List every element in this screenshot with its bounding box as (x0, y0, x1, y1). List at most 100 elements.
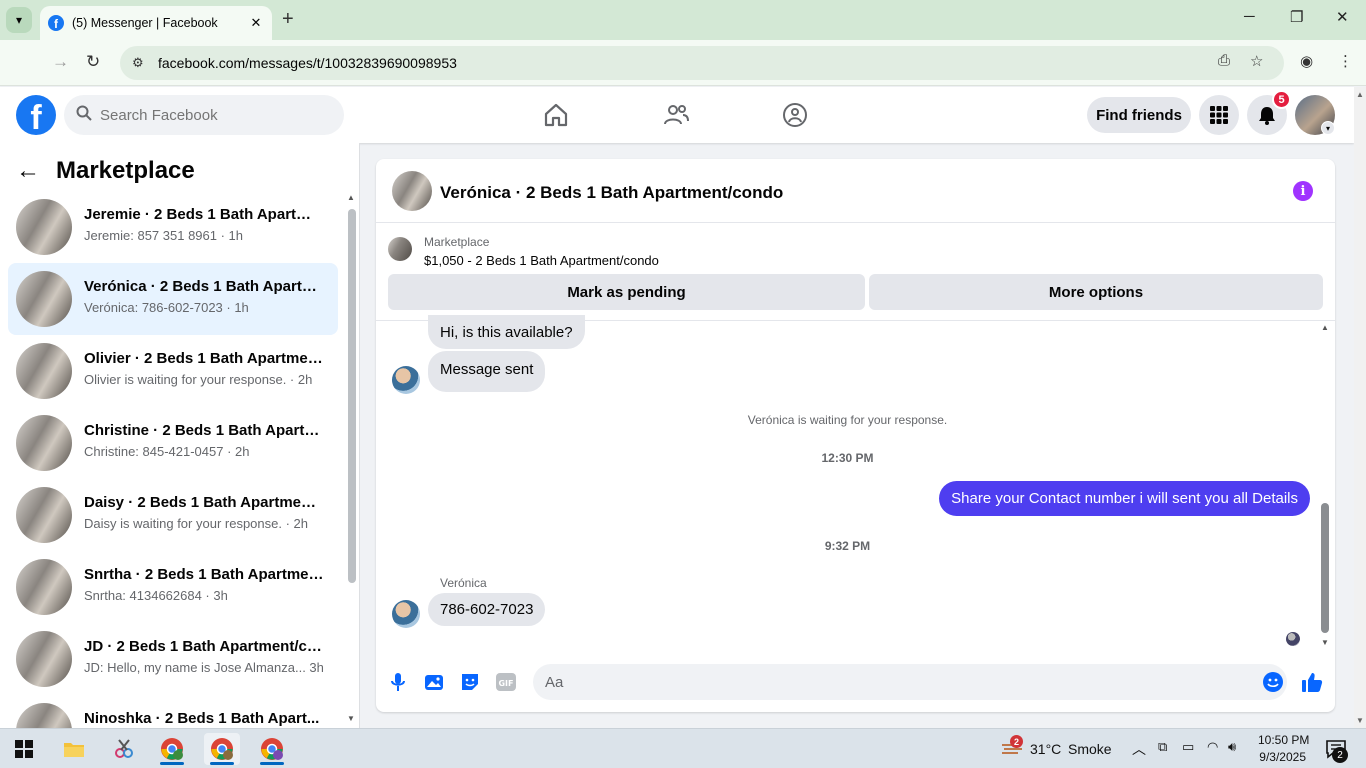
scroll-down-icon[interactable]: ▼ (347, 714, 355, 723)
snipping-tool-icon[interactable] (106, 733, 142, 765)
scroll-up-icon[interactable]: ▲ (1356, 90, 1364, 99)
gif-icon[interactable]: GIF (495, 671, 517, 693)
mark-as-pending-button[interactable]: Mark as pending (388, 274, 865, 310)
marketplace-label: Marketplace (424, 235, 490, 249)
more-options-button[interactable]: More options (869, 274, 1323, 310)
conversation-item-active[interactable]: Verónica · 2 Beds 1 Bath Apartm... Verón… (8, 263, 338, 335)
reload-icon[interactable]: ↻ (86, 52, 100, 72)
minimize-icon[interactable]: ─ (1244, 8, 1255, 25)
scrollbar-thumb[interactable] (1321, 503, 1329, 633)
browser-tab[interactable]: f (5) Messenger | Facebook ✕ (40, 6, 272, 40)
search-input[interactable] (100, 106, 320, 124)
facebook-favicon-icon: f (48, 15, 64, 31)
conversation-item[interactable]: Daisy · 2 Beds 1 Bath Apartment... Daisy… (8, 479, 338, 551)
groups-icon[interactable] (781, 101, 809, 129)
file-explorer-icon[interactable] (56, 733, 92, 765)
bookmark-star-icon[interactable]: ☆ (1250, 52, 1263, 70)
chat-title[interactable]: Verónica · 2 Beds 1 Bath Apartment/condo (440, 183, 783, 203)
search-icon (76, 105, 92, 125)
sticker-icon[interactable] (459, 671, 481, 693)
weather-alert-badge: 2 (1010, 735, 1023, 748)
conversation-name: Snrtha · 2 Beds 1 Bath Apartmen... (84, 566, 324, 583)
listing-thumbnail (16, 559, 72, 615)
tab-close-icon[interactable]: ✕ (248, 15, 264, 31)
system-message: Verónica is waiting for your response. (747, 413, 948, 427)
listing-mini-thumbnail (388, 237, 412, 261)
conversation-item[interactable]: Snrtha · 2 Beds 1 Bath Apartmen... Snrth… (8, 551, 338, 623)
clock-time[interactable]: 10:50 PM (1258, 733, 1309, 747)
conversation-item[interactable]: Christine · 2 Beds 1 Bath Apartm... Chri… (8, 407, 338, 479)
address-bar[interactable]: ⚙ facebook.com/messages/t/10032839690098… (120, 46, 1284, 80)
conversation-item[interactable]: Olivier · 2 Beds 1 Bath Apartmen... Oliv… (8, 335, 338, 407)
photo-icon[interactable] (423, 671, 445, 693)
conversation-preview: Snrtha: 4134662684 · 3h (84, 588, 228, 603)
listing-title: $1,050 - 2 Beds 1 Bath Apartment/condo (424, 253, 659, 268)
listing-thumbnail (16, 487, 72, 543)
listing-thumbnail (16, 199, 72, 255)
contact-avatar[interactable] (392, 600, 420, 628)
panel-header: ← Marketplace (16, 157, 195, 185)
conversation-item[interactable]: JD · 2 Beds 1 Bath Apartment/co... JD: H… (8, 623, 338, 695)
windows-taskbar: 2 31°C Smoke ︿ ⧉ ▭ ◠ 🔊︎ 10:50 PM 9/3/202… (0, 728, 1366, 768)
browser-menu-icon[interactable]: ⋮ (1338, 52, 1353, 70)
search-box[interactable] (64, 95, 344, 135)
active-app-indicator (210, 762, 234, 765)
home-icon[interactable] (542, 101, 570, 129)
wifi-icon[interactable]: ◠ (1207, 739, 1218, 755)
install-app-icon[interactable]: ⎙ (1218, 52, 1230, 69)
conversation-name: Christine · 2 Beds 1 Bath Apartm... (84, 422, 324, 439)
restore-icon[interactable]: ❐ (1290, 8, 1303, 26)
active-app-indicator (160, 762, 184, 765)
forward-arrow-icon[interactable]: → (52, 52, 69, 72)
conversation-list-scrollbar[interactable]: ▲ ▼ (346, 193, 356, 723)
meet-now-icon[interactable]: ⧉ (1158, 739, 1167, 755)
chrome-profile-2-icon[interactable] (204, 733, 240, 765)
show-hidden-icons-chevron-icon[interactable]: ︿ (1132, 739, 1146, 759)
notification-count-badge: 2 (1332, 747, 1348, 763)
emoji-icon[interactable] (1262, 671, 1284, 693)
account-chevron-icon[interactable]: ▾ (1321, 121, 1335, 135)
thumbs-up-icon[interactable] (1301, 671, 1323, 693)
scrollbar-thumb[interactable] (348, 209, 356, 583)
contact-avatar[interactable] (392, 366, 420, 394)
scroll-down-icon[interactable]: ▼ (1356, 716, 1364, 725)
profile-icon[interactable]: ◉ (1300, 52, 1313, 70)
site-settings-icon[interactable]: ⚙ (132, 55, 148, 71)
listing-thumbnail (16, 631, 72, 687)
page-scrollbar[interactable]: ▲ ▼ (1354, 87, 1366, 728)
chrome-profile-1-icon[interactable] (154, 733, 190, 765)
find-friends-button[interactable]: Find friends (1087, 97, 1191, 133)
clock-date[interactable]: 9/3/2025 (1258, 750, 1306, 764)
window-close-icon[interactable]: ✕ (1336, 8, 1349, 26)
chat-listing-avatar[interactable] (392, 171, 432, 211)
listing-thumbnail (16, 343, 72, 399)
conversation-name: Ninoshka · 2 Beds 1 Bath Apart... (84, 710, 320, 727)
url-text: facebook.com/messages/t/1003283969009895… (158, 55, 457, 71)
battery-icon[interactable]: ▭ (1182, 739, 1194, 755)
temperature[interactable]: 31°C (1030, 741, 1061, 757)
new-tab-plus-icon[interactable]: + (282, 8, 294, 31)
back-arrow-icon[interactable]: ← (16, 157, 40, 185)
scroll-up-icon[interactable]: ▲ (347, 193, 355, 202)
volume-icon[interactable]: 🔊︎ (1228, 739, 1236, 755)
chrome-profile-3-icon[interactable] (254, 733, 290, 765)
svg-text:GIF: GIF (498, 679, 513, 688)
conversation-item[interactable]: Jeremie · 2 Beds 1 Bath Apartme... Jerem… (8, 191, 338, 263)
chat-scrollbar[interactable]: ▲ ▼ (1320, 323, 1330, 647)
friends-icon[interactable] (662, 101, 690, 129)
timestamp: 9:32 PM (824, 539, 871, 553)
facebook-logo-icon[interactable]: f (16, 95, 56, 135)
incoming-message: 786-602-7023 (428, 593, 546, 626)
conversation-item[interactable]: Ninoshka · 2 Beds 1 Bath Apart... (8, 695, 338, 728)
message-input[interactable] (533, 664, 1287, 700)
conversation-name: JD · 2 Beds 1 Bath Apartment/co... (84, 638, 324, 655)
scroll-down-icon[interactable]: ▼ (1321, 638, 1329, 647)
weather-condition[interactable]: Smoke (1068, 741, 1112, 757)
microphone-icon[interactable] (387, 671, 409, 693)
listing-thumbnail (16, 415, 72, 471)
scroll-up-icon[interactable]: ▲ (1321, 323, 1329, 332)
start-windows-icon[interactable] (6, 733, 42, 765)
info-icon[interactable]: i (1293, 181, 1313, 201)
tab-search-chevron-icon[interactable]: ▾ (6, 7, 32, 33)
menu-grid-button[interactable] (1199, 95, 1239, 135)
